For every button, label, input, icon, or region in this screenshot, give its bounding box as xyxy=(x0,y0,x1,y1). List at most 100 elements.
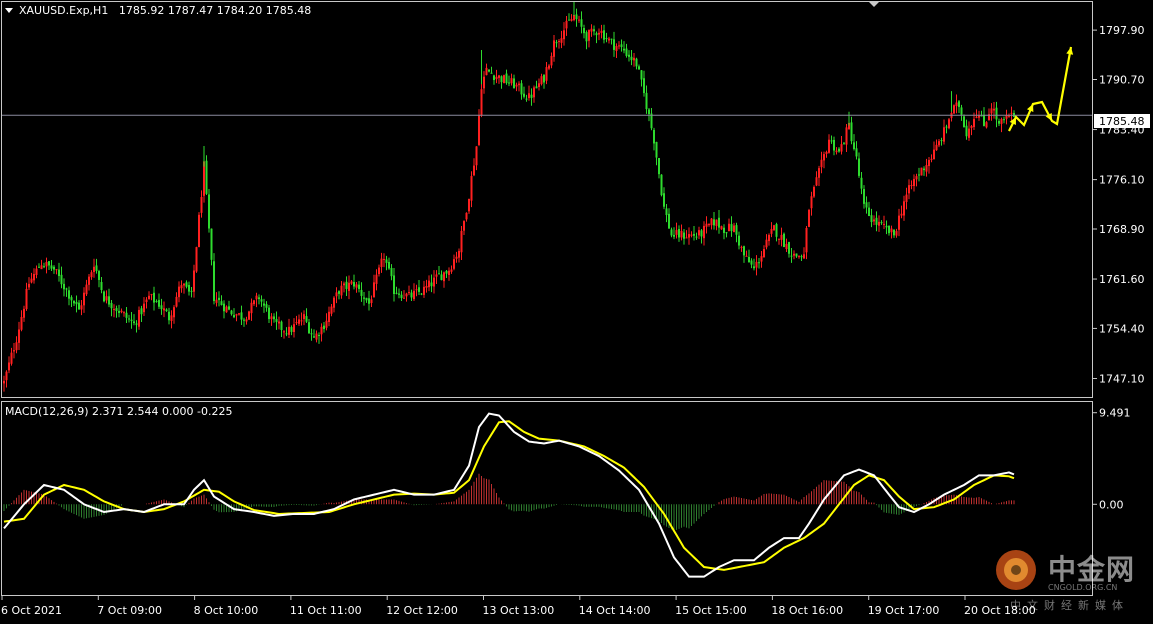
candle-body xyxy=(1000,119,1003,124)
candle-body xyxy=(148,295,150,300)
candle-body xyxy=(295,322,298,324)
candle-body xyxy=(918,174,920,176)
candle-body xyxy=(913,178,915,187)
candle-body xyxy=(348,282,350,291)
candle-body xyxy=(555,42,558,44)
candle-body xyxy=(150,294,153,296)
macd-header: MACD(12,26,9) 2.371 2.544 0.000 -0.225 xyxy=(5,405,232,418)
candle-body xyxy=(105,296,108,301)
candle-body xyxy=(323,325,325,329)
candle-body xyxy=(985,122,988,128)
candle-body xyxy=(343,283,345,286)
candle-body xyxy=(260,299,263,302)
candle-body xyxy=(298,319,300,324)
candle-body xyxy=(713,219,715,226)
candle-body xyxy=(635,58,638,67)
candle-body xyxy=(615,46,618,51)
candle-body xyxy=(128,318,130,320)
candle-body xyxy=(903,201,905,216)
ohlc-label: 1785.92 1787.47 1784.20 1785.48 xyxy=(118,4,312,17)
candle-body xyxy=(935,144,938,151)
candle-body xyxy=(745,255,748,257)
candle-body xyxy=(970,125,973,128)
candle-body xyxy=(245,319,248,322)
time-tick-label: 14 Oct 14:00 xyxy=(579,604,651,617)
candle-body xyxy=(495,76,498,80)
candle-body xyxy=(140,308,143,315)
candle-body xyxy=(750,260,753,265)
candle-body xyxy=(880,222,883,224)
candle-body xyxy=(728,223,730,232)
candle-body xyxy=(380,258,383,267)
candle-body xyxy=(960,107,963,115)
candle-body xyxy=(53,266,55,270)
candle-body xyxy=(878,221,880,226)
candle-body xyxy=(115,308,118,312)
candle-body xyxy=(765,239,768,248)
candle-body xyxy=(85,284,88,295)
candle-body xyxy=(748,256,750,263)
candle-body xyxy=(420,293,423,295)
candle-body xyxy=(383,258,385,260)
candle-body xyxy=(185,282,188,287)
candle-body xyxy=(453,259,455,269)
candle-body xyxy=(955,102,958,107)
candle-body xyxy=(815,177,818,186)
candle-body xyxy=(308,322,310,334)
candle-body xyxy=(445,270,448,274)
candle-body xyxy=(378,267,380,275)
candle-body xyxy=(618,45,620,47)
candle-body xyxy=(475,146,478,166)
candle-body xyxy=(368,298,370,304)
macd-tick-label: 9.491 xyxy=(1099,407,1131,420)
candle-body xyxy=(845,127,848,145)
candle-body xyxy=(708,224,710,226)
candle-body xyxy=(63,283,65,290)
candle-body xyxy=(13,350,15,352)
candle-body xyxy=(630,56,633,61)
candle-body xyxy=(645,92,648,110)
candle-body xyxy=(390,267,393,277)
candle-body xyxy=(855,148,858,157)
candle-body xyxy=(583,28,585,34)
candle-body xyxy=(108,296,110,305)
candle-body xyxy=(135,323,138,325)
candle-body xyxy=(1008,115,1010,117)
candle-body xyxy=(695,236,698,238)
candle-body xyxy=(698,230,700,236)
candle-body xyxy=(833,139,835,151)
candle-body xyxy=(938,141,940,146)
candle-body xyxy=(210,228,213,260)
candle-body xyxy=(333,297,335,308)
candle-body xyxy=(760,256,763,262)
candle-body xyxy=(45,262,48,267)
candle-body xyxy=(205,160,208,194)
candle-body xyxy=(15,342,18,351)
candle-body xyxy=(740,246,743,248)
chart-window[interactable]: 1797.90 1790.70 1783.40 1776.10 1768.90 1761.… xyxy=(0,0,1153,620)
candle-body xyxy=(875,217,878,225)
candle-body xyxy=(563,30,565,40)
candle-body xyxy=(30,278,33,283)
candle-body xyxy=(510,78,513,84)
candle-body xyxy=(110,302,113,309)
candle-body xyxy=(805,227,808,253)
candle-body xyxy=(578,19,580,21)
candle-body xyxy=(340,285,343,296)
candle-body xyxy=(403,297,405,299)
candle-body xyxy=(720,226,723,230)
candle-body xyxy=(638,66,640,70)
candle-body xyxy=(280,321,283,331)
candle-body xyxy=(655,141,658,158)
time-tick-label: 8 Oct 10:00 xyxy=(194,604,259,617)
candle-body xyxy=(885,225,888,228)
candle-body xyxy=(770,228,773,234)
candle-body xyxy=(155,301,158,303)
candle-body xyxy=(18,329,20,343)
candle-body xyxy=(478,115,480,145)
candle-body xyxy=(930,158,933,160)
candle-body xyxy=(33,273,35,281)
candle-body xyxy=(953,105,955,114)
candle-body xyxy=(310,333,313,335)
candle-body xyxy=(663,193,665,207)
